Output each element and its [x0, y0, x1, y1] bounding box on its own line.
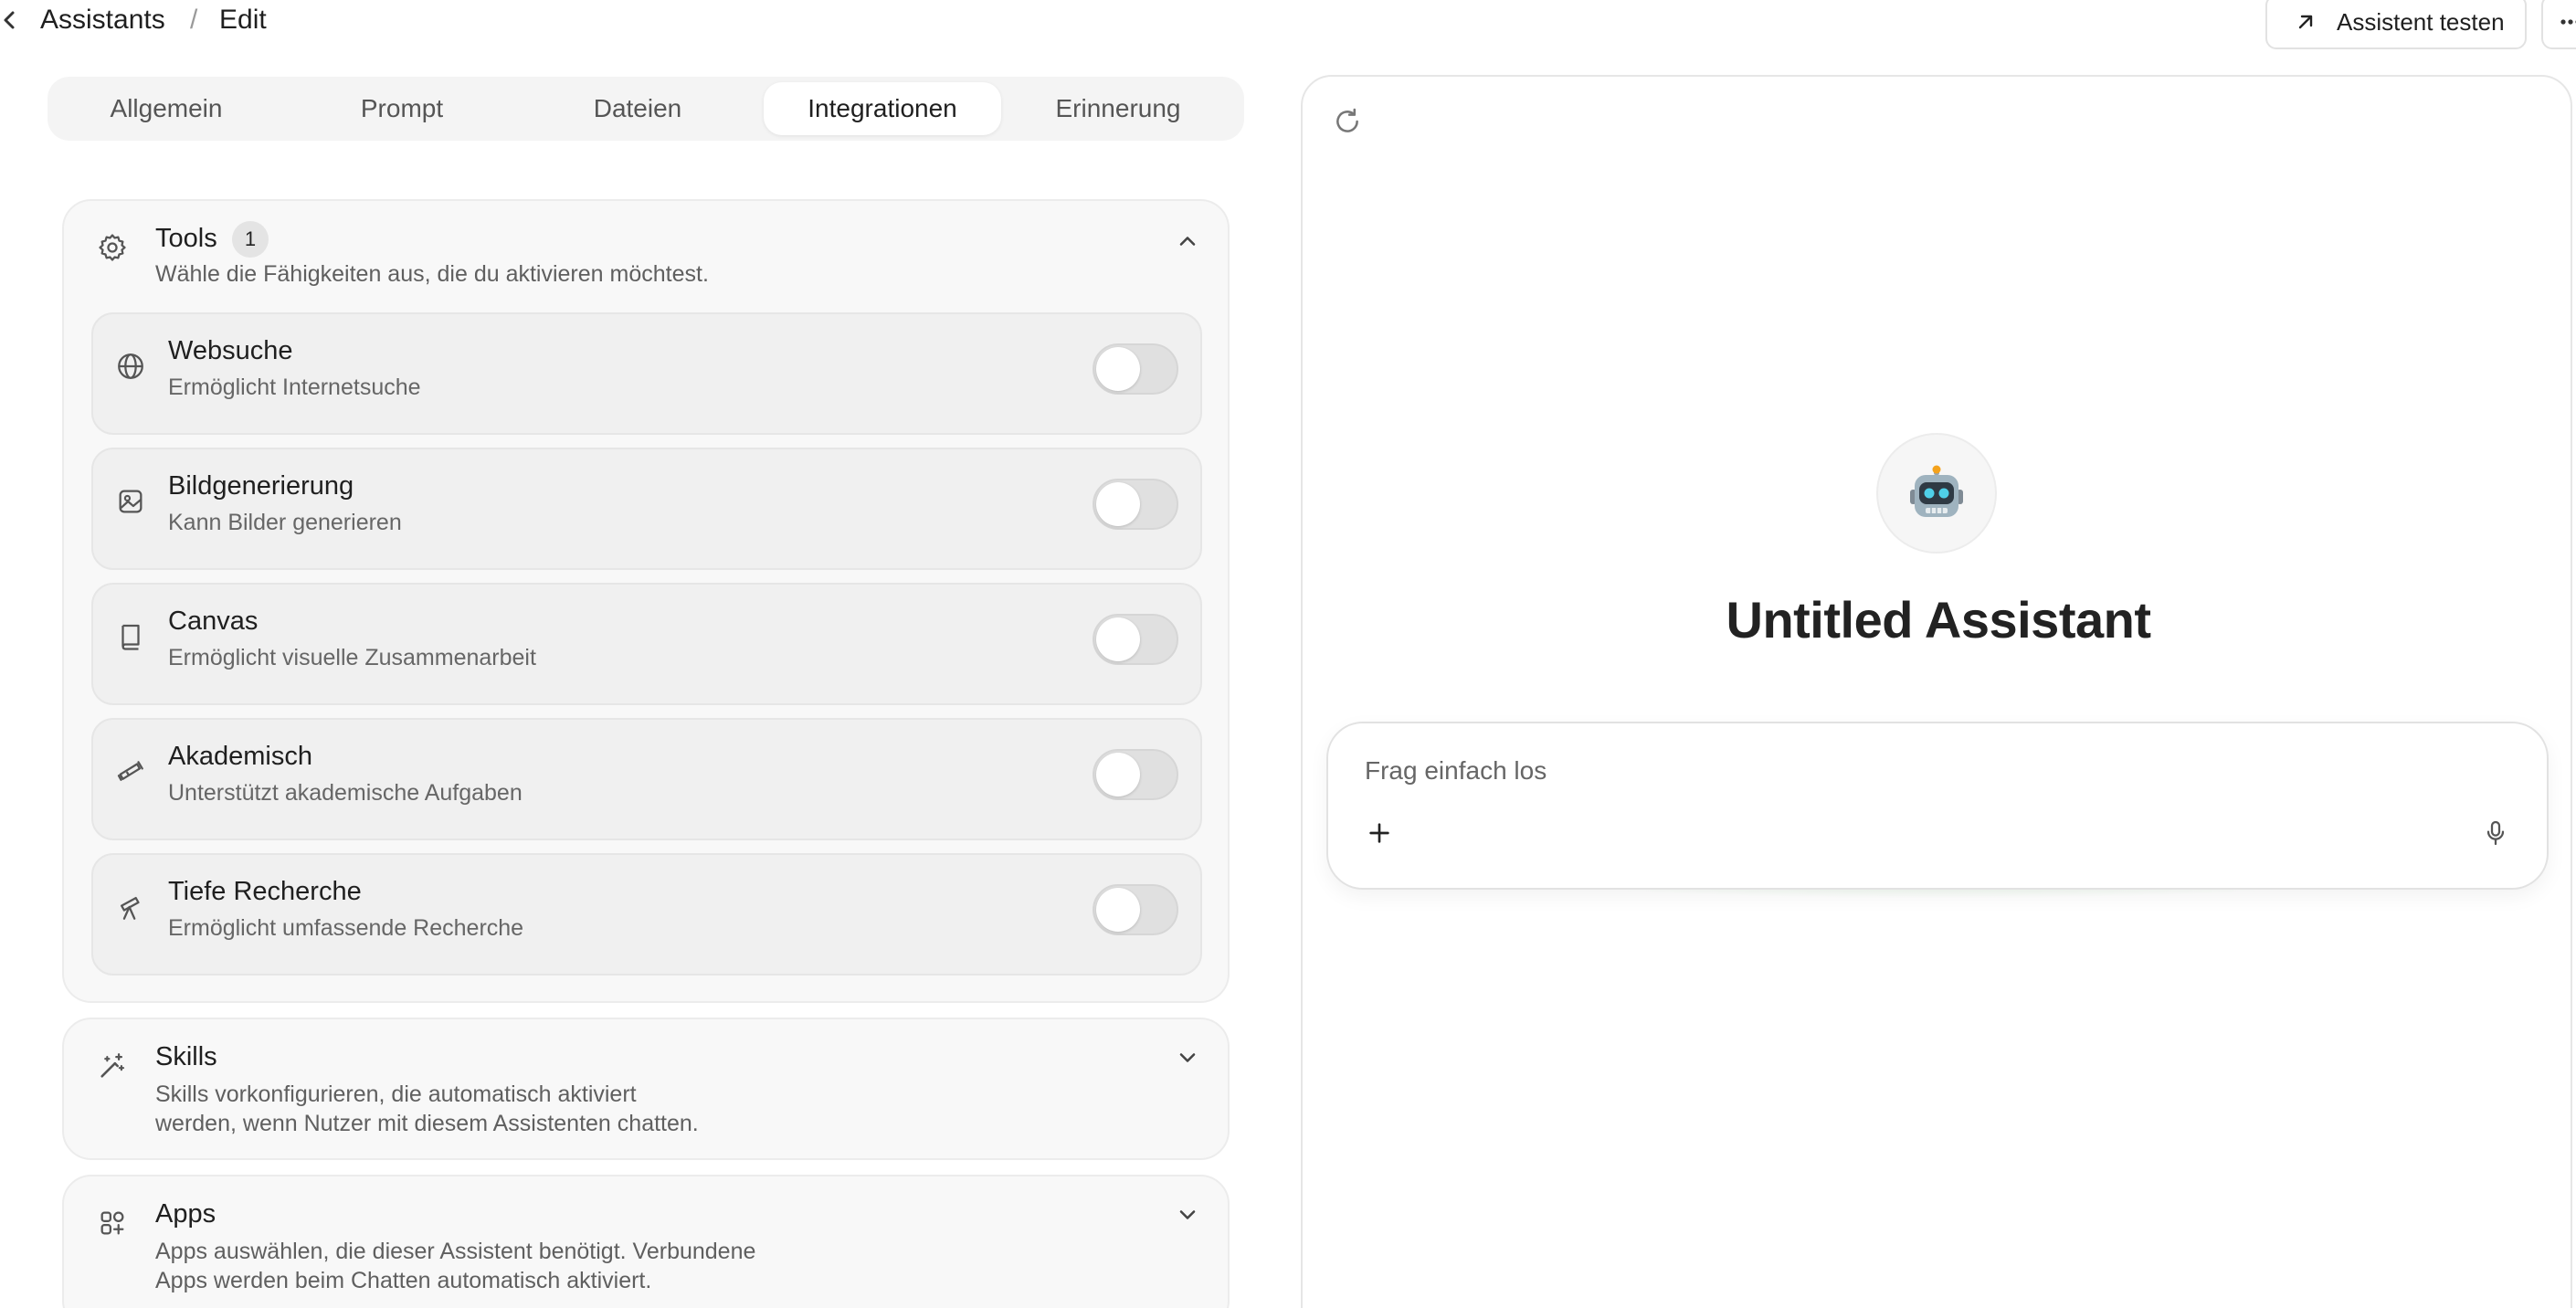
tool-card-akademisch: Akademisch Unterstützt akademische Aufga… [91, 718, 1202, 840]
tool-card-canvas: Canvas Ermöglicht visuelle Zusammenarbei… [91, 583, 1202, 705]
chat-message-input[interactable] [1365, 751, 2461, 791]
image-icon [115, 486, 146, 517]
assistant-avatar [1876, 433, 1997, 554]
skills-description-line2: werden, wenn Nutzer mit diesem Assistent… [155, 1111, 699, 1136]
skills-section[interactable]: Skills Skills vorkonfigurieren, die auto… [62, 1018, 1230, 1160]
expand-apps-button[interactable] [1175, 1202, 1200, 1228]
collapse-tools-button[interactable] [1175, 228, 1200, 254]
tool-description: Unterstützt akademische Aufgaben [168, 780, 523, 806]
refresh-icon [1332, 106, 1363, 137]
tools-description: Wähle die Fähigkeiten aus, die du aktivi… [155, 261, 709, 287]
chat-composer [1326, 722, 2549, 890]
apps-description-line1: Apps auswählen, die dieser Assistent ben… [155, 1239, 756, 1264]
telescope-icon [115, 756, 146, 787]
back-button[interactable] [0, 7, 22, 33]
apps-section[interactable]: Apps Apps auswählen, die dieser Assisten… [62, 1175, 1230, 1308]
voice-input-button[interactable] [2481, 818, 2510, 848]
plus-icon [1365, 818, 1394, 848]
breadcrumb-separator: / [190, 5, 198, 35]
websuche-toggle[interactable] [1093, 343, 1178, 395]
tool-card-tiefe-recherche: Tiefe Recherche Ermöglicht umfassende Re… [91, 853, 1202, 976]
more-horizontal-icon [2560, 18, 2576, 26]
toggle-knob [1096, 753, 1140, 796]
magic-wand-icon [97, 1050, 128, 1081]
tool-description: Ermöglicht Internetsuche [168, 374, 421, 400]
skills-title: Skills [155, 1042, 217, 1071]
tool-card-websuche: Websuche Ermöglicht Internetsuche [91, 312, 1202, 435]
toggle-knob [1096, 617, 1140, 661]
refresh-preview-button[interactable] [1332, 106, 1363, 137]
tool-name: Bildgenerierung [168, 471, 354, 501]
breadcrumb-assistants-link[interactable]: Assistants [40, 4, 165, 37]
toggle-knob [1096, 482, 1140, 526]
top-bar: Assistants / Edit Assistent testen [0, 0, 2576, 49]
chevron-up-icon [1175, 228, 1200, 254]
apps-title: Apps [155, 1199, 216, 1229]
gear-icon [97, 232, 128, 263]
tools-title: Tools [155, 224, 217, 253]
tool-description: Kann Bilder generieren [168, 510, 402, 535]
tool-description: Ermöglicht umfassende Recherche [168, 915, 524, 941]
editor-tabs: Allgemein Prompt Dateien Integrationen E… [48, 77, 1244, 141]
toggle-knob [1096, 347, 1140, 391]
tool-name: Tiefe Recherche [168, 877, 362, 906]
skills-description-line1: Skills vorkonfigurieren, die automatisch… [155, 1081, 637, 1107]
arrow-up-right-icon [2295, 11, 2317, 33]
chevron-left-icon [0, 7, 22, 33]
tab-prompt[interactable]: Prompt [289, 82, 515, 135]
add-attachment-button[interactable] [1365, 818, 1394, 848]
tool-description: Ermöglicht visuelle Zusammenarbeit [168, 645, 536, 670]
tool-name: Akademisch [168, 742, 312, 771]
tool-card-bildgenerierung: Bildgenerierung Kann Bilder generieren [91, 448, 1202, 570]
book-icon [115, 621, 146, 652]
canvas-toggle[interactable] [1093, 614, 1178, 665]
assistant-name-heading: Untitled Assistant [1726, 591, 2151, 649]
tab-integrationen[interactable]: Integrationen [764, 82, 1001, 135]
microphone-icon [2481, 818, 2510, 848]
tiefe-recherche-toggle[interactable] [1093, 884, 1178, 935]
apps-description-line2: Apps werden beim Chatten automatisch akt… [155, 1268, 652, 1293]
akademisch-toggle[interactable] [1093, 749, 1178, 800]
telescope-tripod-icon [115, 891, 146, 923]
toggle-knob [1096, 888, 1140, 932]
breadcrumb-current: Edit [219, 5, 267, 35]
chevron-down-icon [1175, 1202, 1200, 1228]
chevron-down-icon [1175, 1045, 1200, 1071]
globe-icon [115, 351, 146, 382]
tools-count-badge: 1 [232, 221, 269, 258]
test-assistant-label: Assistent testen [2337, 7, 2505, 36]
test-assistant-button[interactable]: Assistent testen [2265, 0, 2527, 49]
robot-icon [1907, 464, 1966, 522]
tab-dateien[interactable]: Dateien [524, 82, 751, 135]
tools-section: Tools 1 Wähle die Fähigkeiten aus, die d… [62, 199, 1230, 1003]
bildgenerierung-toggle[interactable] [1093, 479, 1178, 530]
tab-allgemein[interactable]: Allgemein [53, 82, 280, 135]
assistant-preview-panel: Untitled Assistant [1301, 75, 2572, 1308]
tab-erinnerung[interactable]: Erinnerung [1005, 82, 1231, 135]
tool-name: Websuche [168, 336, 293, 365]
more-options-button[interactable] [2541, 0, 2576, 49]
tool-name: Canvas [168, 607, 259, 636]
apps-grid-icon [97, 1208, 128, 1239]
expand-skills-button[interactable] [1175, 1045, 1200, 1071]
